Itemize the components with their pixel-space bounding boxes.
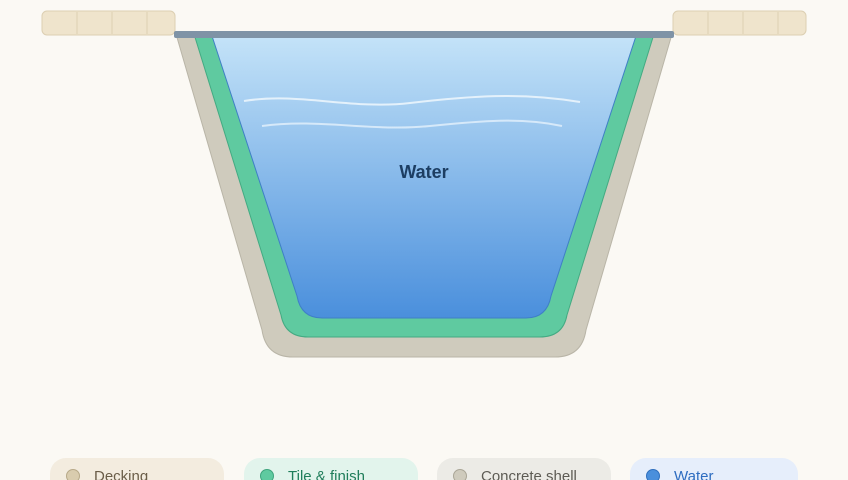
legend-label: Water: [674, 468, 714, 480]
decking-swatch: [66, 469, 80, 480]
decking-left: [41, 10, 176, 36]
legend-item-water: Water: [630, 458, 798, 480]
legend: Decking Tile & finish Concrete shell Wat…: [50, 458, 798, 480]
pool-diagram: Water: [41, 10, 807, 358]
pool-cross-section: Water Decking Tile & finish Concrete she…: [0, 0, 848, 480]
coping-edge: [174, 31, 674, 38]
water-swatch: [646, 469, 660, 480]
legend-item-concrete: Concrete shell: [437, 458, 611, 480]
legend-label: Decking: [94, 468, 149, 480]
concrete-swatch: [453, 469, 467, 480]
decking-right: [672, 10, 807, 36]
legend-item-decking: Decking: [50, 458, 224, 480]
legend-label: Tile & finish: [288, 468, 365, 480]
legend-label: Concrete shell: [481, 468, 577, 480]
legend-item-tile: Tile & finish: [244, 458, 418, 480]
water-label: Water: [399, 162, 448, 182]
tile-swatch: [260, 469, 274, 480]
